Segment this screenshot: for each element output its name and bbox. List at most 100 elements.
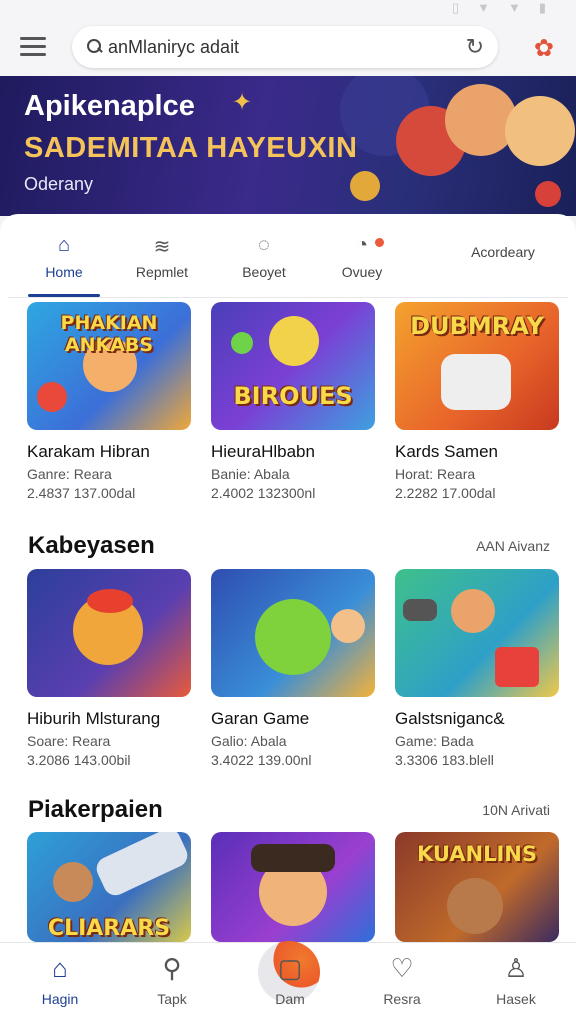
game-card[interactable]: Garan Game Galio: Abala 3.4022 139.00nl bbox=[211, 569, 375, 768]
battery-icon: ▮ bbox=[538, 0, 546, 15]
game-card[interactable]: DUBMRAY Kards Samen Horat: Reara 2.2282 … bbox=[395, 302, 559, 501]
category-tabs: ⌂ Home ≋ Repmlet ◌ Beoyet ◔ Ovuey Acorde… bbox=[8, 224, 568, 298]
game-genre: Horat: Reara bbox=[395, 466, 476, 482]
nav-label: Hasek bbox=[496, 991, 536, 1007]
game-thumbnail bbox=[211, 832, 375, 942]
tab-acordeary[interactable]: Acordeary bbox=[448, 224, 558, 296]
bottom-navigation: ⌂ Hagin ⚲ Tapk ▢ Dam ♡ Resra ♙ Hasek bbox=[0, 941, 576, 1024]
notification-badge bbox=[375, 238, 384, 247]
game-card[interactable]: PHAKIAN ANKABS Karakam Hibran Ganre: Rea… bbox=[27, 302, 191, 501]
thumbnail-art bbox=[447, 878, 503, 934]
game-genre: Soare: Reara bbox=[27, 733, 111, 749]
game-stats: 2.4837 137.00dal bbox=[27, 485, 136, 501]
tab-beoyet[interactable]: ◌ Beoyet bbox=[228, 224, 300, 296]
game-thumbnail-title: KUANLINS bbox=[416, 842, 538, 866]
tab-label: Home bbox=[45, 264, 83, 280]
game-card[interactable]: KUANLINS bbox=[395, 832, 559, 942]
rocket-icon: ✦ bbox=[232, 89, 253, 116]
home-icon: ⌂ bbox=[52, 953, 68, 983]
search-input[interactable] bbox=[104, 36, 466, 58]
game-card[interactable]: Galstsniganc& Game: Bada 3.3306 183.blel… bbox=[395, 569, 559, 768]
sim-icon: ▯ bbox=[451, 0, 460, 15]
banner-subtitle: SADEMITAA HAYEUXIN bbox=[24, 132, 358, 164]
search-bar: ↻ bbox=[72, 26, 498, 68]
game-stats: 3.3306 183.blell bbox=[395, 752, 494, 768]
thumbnail-art bbox=[441, 354, 511, 410]
game-thumbnail-title: DUBMRAY bbox=[410, 312, 544, 340]
tab-label: Beoyet bbox=[242, 264, 286, 280]
nav-item-dam[interactable]: ▢ Dam bbox=[240, 951, 340, 1007]
tab-ovuey[interactable]: ◔ Ovuey bbox=[326, 224, 398, 296]
nav-item-home[interactable]: ⌂ Hagin bbox=[10, 951, 110, 1007]
heart-icon: ♡ bbox=[390, 953, 414, 983]
thumbnail-art bbox=[451, 589, 495, 633]
game-thumbnail: BIROUES bbox=[211, 302, 375, 430]
game-thumbnail: DUBMRAY bbox=[395, 302, 559, 430]
game-stats: 3.2086 143.00bil bbox=[27, 752, 131, 768]
signal-icon: ▼ bbox=[507, 0, 521, 15]
game-genre: Galio: Abala bbox=[211, 733, 287, 749]
thumbnail-art bbox=[255, 599, 331, 675]
tab-label: Acordeary bbox=[471, 244, 535, 260]
status-icons: ▯ ▼ ▼ ▮ bbox=[452, 0, 546, 16]
refresh-icon[interactable]: ↻ bbox=[466, 34, 484, 60]
game-thumbnail bbox=[211, 569, 375, 697]
game-card[interactable]: BIROUES HieuraHlbabn Banie: Abala 2.4002… bbox=[211, 302, 375, 501]
game-thumbnail bbox=[27, 569, 191, 697]
nav-label: Dam bbox=[275, 991, 305, 1007]
search-icon bbox=[86, 38, 104, 56]
game-genre: Banie: Abala bbox=[211, 466, 290, 482]
thumbnail-art bbox=[251, 844, 335, 872]
thumbnail-art bbox=[403, 599, 437, 621]
controller-icon: ◔ bbox=[355, 234, 369, 256]
thumbnail-art bbox=[37, 382, 67, 412]
thumbnail-art bbox=[231, 332, 253, 354]
thumbnail-art bbox=[331, 609, 365, 643]
section-see-all-link[interactable]: 10N Arivati bbox=[482, 802, 550, 818]
banner-coin bbox=[535, 181, 561, 207]
game-name: Galstsniganc& bbox=[395, 709, 505, 728]
game-stats: 2.4002 132300nl bbox=[211, 485, 316, 501]
nav-label: Resra bbox=[383, 991, 421, 1007]
game-thumbnail-title: PHAKIAN ANKABS bbox=[60, 312, 158, 356]
nav-item-profile[interactable]: ♙ Hasek bbox=[466, 951, 566, 1007]
menu-icon-line bbox=[20, 53, 46, 56]
game-name: Hiburih Mlsturang bbox=[27, 709, 161, 728]
game-thumbnail bbox=[395, 569, 559, 697]
menu-icon-line bbox=[20, 37, 46, 40]
game-thumbnail-title: BIROUES bbox=[233, 382, 353, 410]
thumbnail-art bbox=[53, 862, 93, 902]
banner-character-art bbox=[505, 96, 575, 166]
tab-home[interactable]: ⌂ Home bbox=[28, 224, 100, 297]
box-icon: ▢ bbox=[277, 953, 303, 983]
promo-banner[interactable]: Apikenaplce ✦ SADEMITAA HAYEUXIN Oderany bbox=[0, 76, 576, 216]
game-stats: 3.4022 139.00nl bbox=[211, 752, 312, 768]
thumbnail-art bbox=[87, 589, 133, 613]
tab-label: Ovuey bbox=[341, 264, 383, 280]
section-title: Piakerpaien bbox=[28, 796, 163, 823]
banner-caption: Oderany bbox=[24, 174, 94, 194]
game-thumbnail: PHAKIAN ANKABS bbox=[27, 302, 191, 430]
tab-active-indicator bbox=[28, 294, 100, 297]
tab-repmlet[interactable]: ≋ Repmlet bbox=[126, 224, 198, 296]
game-name: Kards Samen bbox=[395, 442, 498, 461]
game-card[interactable] bbox=[211, 832, 375, 942]
menu-button[interactable] bbox=[20, 37, 46, 57]
game-thumbnail-title: CLIARARS bbox=[47, 916, 171, 941]
game-thumbnail: CLIARARS bbox=[27, 832, 191, 942]
profile-icon[interactable]: ✿ bbox=[534, 34, 554, 63]
menu-icon-line bbox=[20, 45, 46, 48]
banner-coin bbox=[350, 171, 380, 201]
section-see-all-link[interactable]: AAN Aivanz bbox=[476, 538, 550, 554]
game-name: Karakam Hibran bbox=[27, 442, 150, 461]
nav-item-search[interactable]: ⚲ Tapk bbox=[122, 951, 222, 1007]
nav-item-favorites[interactable]: ♡ Resra bbox=[352, 951, 452, 1007]
search-icon: ⚲ bbox=[162, 953, 182, 983]
user-icon: ♙ bbox=[504, 953, 528, 983]
chat-icon: ◌ bbox=[258, 234, 270, 256]
home-icon: ⌂ bbox=[57, 234, 71, 256]
game-card[interactable]: Hiburih Mlsturang Soare: Reara 3.2086 14… bbox=[27, 569, 191, 768]
game-stats: 2.2282 17.00dal bbox=[395, 485, 496, 501]
game-card[interactable]: CLIARARS bbox=[27, 832, 191, 942]
thumbnail-art bbox=[495, 647, 539, 687]
